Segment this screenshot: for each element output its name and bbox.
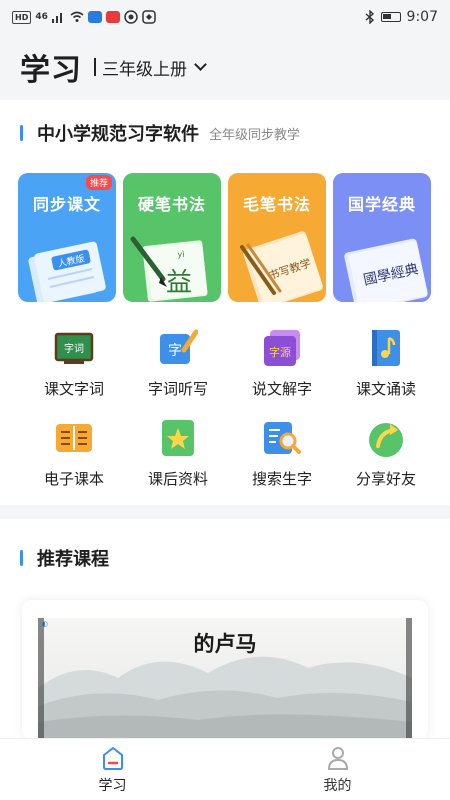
course-title: 的卢马 <box>193 631 257 656</box>
card-art-pinyin: yì <box>178 250 185 259</box>
tab-profile[interactable]: 我的 <box>225 739 450 800</box>
status-bar: HD 46 9:07 <box>0 0 450 34</box>
brush-scroll-icon: 书写教学 <box>240 231 323 302</box>
card-art-text: 益 <box>166 268 192 298</box>
accent-bar <box>20 125 23 141</box>
card-label: 同步课文 <box>32 195 101 214</box>
signal-label: 46 <box>35 12 48 22</box>
card-classics[interactable]: 国学经典 國學經典 <box>333 173 431 302</box>
grid-label: 字词听写 <box>147 380 208 398</box>
pen-paper-icon: yì 益 <box>130 236 208 302</box>
course-card[interactable]: ◐ 的卢马 <box>22 600 428 740</box>
card-hard-pen[interactable]: 硬笔书法 yì 益 <box>123 173 221 302</box>
grid-item-text-words[interactable]: 字词 课文字词 <box>22 322 126 412</box>
grid-row: 字词 课文字词 字 字词听写 字源 说文解字 课文诵读 <box>0 322 450 412</box>
origin-icon: 字源 <box>262 328 302 368</box>
grid-item-share[interactable]: 分享好友 <box>334 412 438 502</box>
signal-icon <box>51 13 62 23</box>
accent-bar <box>20 550 23 566</box>
intro-title: 中小学规范习字软件 全年级同步教学 <box>20 120 300 146</box>
grid-item-search[interactable]: 搜索生字 <box>230 412 334 502</box>
grid-label: 课后资料 <box>147 470 208 488</box>
search-icon <box>262 418 302 458</box>
hd-indicator: HD <box>12 10 32 24</box>
app-icon <box>142 10 156 24</box>
grid-label: 搜索生字 <box>251 470 312 488</box>
grid-item-dictation[interactable]: 字 字词听写 <box>126 322 230 412</box>
status-right: 9:07 <box>365 9 438 25</box>
grid-item-origin[interactable]: 字源 说文解字 <box>230 322 334 412</box>
card-label: 国学经典 <box>347 195 416 214</box>
intro-heading: 中小学规范习字软件 <box>37 124 199 145</box>
section-divider <box>0 505 450 519</box>
page-title: 学习 <box>20 53 82 88</box>
grid-label: 说文解字 <box>251 380 312 398</box>
card-brush[interactable]: 毛笔书法 书写教学 <box>228 173 326 302</box>
battery-icon <box>380 12 401 22</box>
bottom-nav: 学习 我的 <box>0 738 450 800</box>
app-icon <box>124 10 138 24</box>
course-thumbnail: ◐ 的卢马 <box>38 618 412 740</box>
card-sync-text[interactable]: 推荐 同步课文 人教版 <box>18 173 116 302</box>
ebook-icon <box>54 418 94 458</box>
status-left: HD 46 <box>12 10 156 24</box>
app-header: 学习 三年级上册 <box>0 34 450 100</box>
grid-label: 电子课本 <box>43 470 104 488</box>
wifi-icon <box>70 11 84 22</box>
divider <box>94 58 96 76</box>
grid-item-recite[interactable]: 课文诵读 <box>334 322 438 412</box>
music-book-icon <box>366 328 406 368</box>
share-icon <box>366 418 406 458</box>
grid-row: 电子课本 课后资料 搜索生字 分享好友 <box>0 412 450 502</box>
icon-text: 字词 <box>64 342 84 355</box>
intro-subtitle: 全年级同步教学 <box>209 127 301 143</box>
chevron-down-icon <box>194 58 207 71</box>
card-label: 毛笔书法 <box>242 195 311 214</box>
blackboard-icon: 字词 <box>54 328 94 368</box>
grid-label: 分享好友 <box>355 470 416 488</box>
feature-grid: 字词 课文字词 字 字词听写 字源 说文解字 课文诵读 电子课本 课后资料 搜索… <box>0 322 450 502</box>
recommend-title: 推荐课程 <box>20 545 109 571</box>
textbook-icon: 人教版 <box>28 241 106 302</box>
tab-label: 我的 <box>323 778 352 794</box>
dictation-icon: 字 <box>158 328 199 368</box>
tab-label: 学习 <box>98 778 127 794</box>
app-icon <box>87 11 102 23</box>
grid-label: 课文字词 <box>43 380 104 398</box>
feature-cards: 推荐 同步课文 人教版 硬笔书法 yì 益 毛笔书法 书写教学 国学经典 國學經… <box>18 173 432 302</box>
icon-text: 字 <box>168 343 182 359</box>
card-label: 硬笔书法 <box>137 195 206 214</box>
grade-label: 三年级上册 <box>102 59 187 80</box>
star-doc-icon <box>158 418 198 458</box>
grid-item-ebook[interactable]: 电子课本 <box>22 412 126 502</box>
recommend-badge: 推荐 <box>85 175 112 190</box>
app-icon <box>105 11 120 23</box>
recommend-heading: 推荐课程 <box>37 549 109 570</box>
grid-item-materials[interactable]: 课后资料 <box>126 412 230 502</box>
bluetooth-icon <box>365 10 374 24</box>
profile-icon <box>327 747 348 770</box>
clock: 9:07 <box>406 9 438 25</box>
tab-study[interactable]: 学习 <box>0 739 225 800</box>
study-icon <box>102 746 123 770</box>
icon-text: 字源 <box>269 345 291 359</box>
grid-label: 课文诵读 <box>355 380 416 398</box>
grade-selector[interactable]: 三年级上册 <box>94 55 207 80</box>
classics-book-icon: 國學經典 <box>344 238 428 302</box>
